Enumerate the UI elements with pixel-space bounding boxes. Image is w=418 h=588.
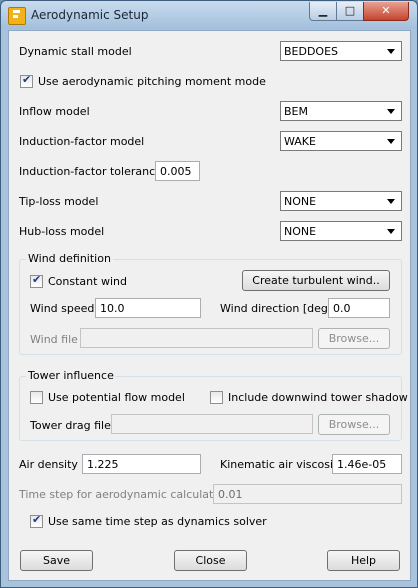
wind-speed-input[interactable]: 10.0 (95, 298, 201, 318)
dynamic-stall-label: Dynamic stall model (19, 45, 132, 58)
chevron-down-icon (387, 139, 395, 144)
close-window-button[interactable]: ✕ (363, 2, 409, 21)
chevron-down-icon (387, 199, 395, 204)
same-time-step-label: Use same time step as dynamics solver (48, 515, 267, 528)
induction-factor-label: Induction-factor model (19, 135, 145, 148)
wind-file-browse-button[interactable]: Browse... (318, 328, 390, 349)
chevron-down-icon (387, 49, 395, 54)
hub-loss-label: Hub-loss model (19, 225, 105, 238)
air-density-input[interactable]: 1.225 (82, 454, 201, 474)
inflow-model-select[interactable]: BEM (280, 101, 402, 121)
air-viscosity-input[interactable]: 1.46e-05 (332, 454, 402, 474)
wind-file-label: Wind file (30, 333, 78, 346)
air-viscosity-label: Kinematic air viscosity (220, 458, 344, 471)
tower-drag-file-label: Tower drag file (30, 419, 111, 432)
tip-loss-value: NONE (284, 195, 317, 208)
save-button[interactable]: Save (20, 550, 93, 571)
downwind-shadow-label: Include downwind tower shadow (228, 391, 408, 404)
induction-tolerance-input[interactable]: 0.005 (155, 161, 200, 181)
wind-file-input[interactable] (80, 328, 313, 348)
close-button[interactable]: Close (174, 550, 247, 571)
wind-speed-label: Wind speed (30, 302, 95, 315)
app-icon (8, 7, 26, 25)
same-time-step-checkbox[interactable] (30, 513, 43, 528)
inflow-model-label: Inflow model (19, 105, 90, 118)
air-density-label: Air density (19, 458, 78, 471)
chevron-down-icon (387, 109, 395, 114)
downwind-shadow-checkbox[interactable] (210, 391, 223, 404)
dynamic-stall-value: BEDDOES (284, 45, 339, 58)
help-button[interactable]: Help (327, 550, 400, 571)
constant-wind-label: Constant wind (48, 275, 127, 288)
window-title: Aerodynamic Setup (31, 8, 149, 22)
wind-direction-label: Wind direction [deg] (220, 302, 333, 315)
hub-loss-value: NONE (284, 225, 317, 238)
dialog-window: Aerodynamic Setup ▁ □ ✕ Dynamic stall mo… (0, 0, 418, 588)
pitching-moment-checkbox[interactable] (20, 73, 33, 88)
tower-drag-browse-button[interactable]: Browse... (318, 414, 390, 435)
dialog-body: Dynamic stall model BEDDOES Use aerodyna… (8, 30, 411, 581)
tower-influence-title: Tower influence (26, 369, 116, 382)
tip-loss-label: Tip-loss model (19, 195, 99, 208)
induction-factor-select[interactable]: WAKE (280, 131, 402, 151)
time-step-input[interactable]: 0.01 (213, 484, 402, 504)
pitching-moment-label: Use aerodynamic pitching moment mode (38, 75, 266, 88)
wind-definition-title: Wind definition (26, 252, 113, 265)
induction-factor-value: WAKE (284, 135, 316, 148)
hub-loss-select[interactable]: NONE (280, 221, 402, 241)
title-bar[interactable]: Aerodynamic Setup ▁ □ ✕ (1, 1, 417, 29)
constant-wind-checkbox[interactable] (30, 273, 43, 288)
time-step-label: Time step for aerodynamic calculations (19, 488, 236, 501)
induction-tolerance-label: Induction-factor tolerance (19, 165, 162, 178)
maximize-button[interactable]: □ (336, 2, 364, 21)
minimize-button[interactable]: ▁ (309, 2, 337, 21)
wind-direction-input[interactable]: 0.0 (328, 298, 390, 318)
tip-loss-select[interactable]: NONE (280, 191, 402, 211)
potential-flow-label: Use potential flow model (48, 391, 185, 404)
potential-flow-checkbox[interactable] (30, 391, 43, 404)
inflow-model-value: BEM (284, 105, 308, 118)
dynamic-stall-select[interactable]: BEDDOES (280, 41, 402, 61)
chevron-down-icon (387, 229, 395, 234)
create-turbulent-wind-button[interactable]: Create turbulent wind.. (242, 270, 390, 291)
tower-drag-file-input[interactable] (111, 414, 313, 434)
